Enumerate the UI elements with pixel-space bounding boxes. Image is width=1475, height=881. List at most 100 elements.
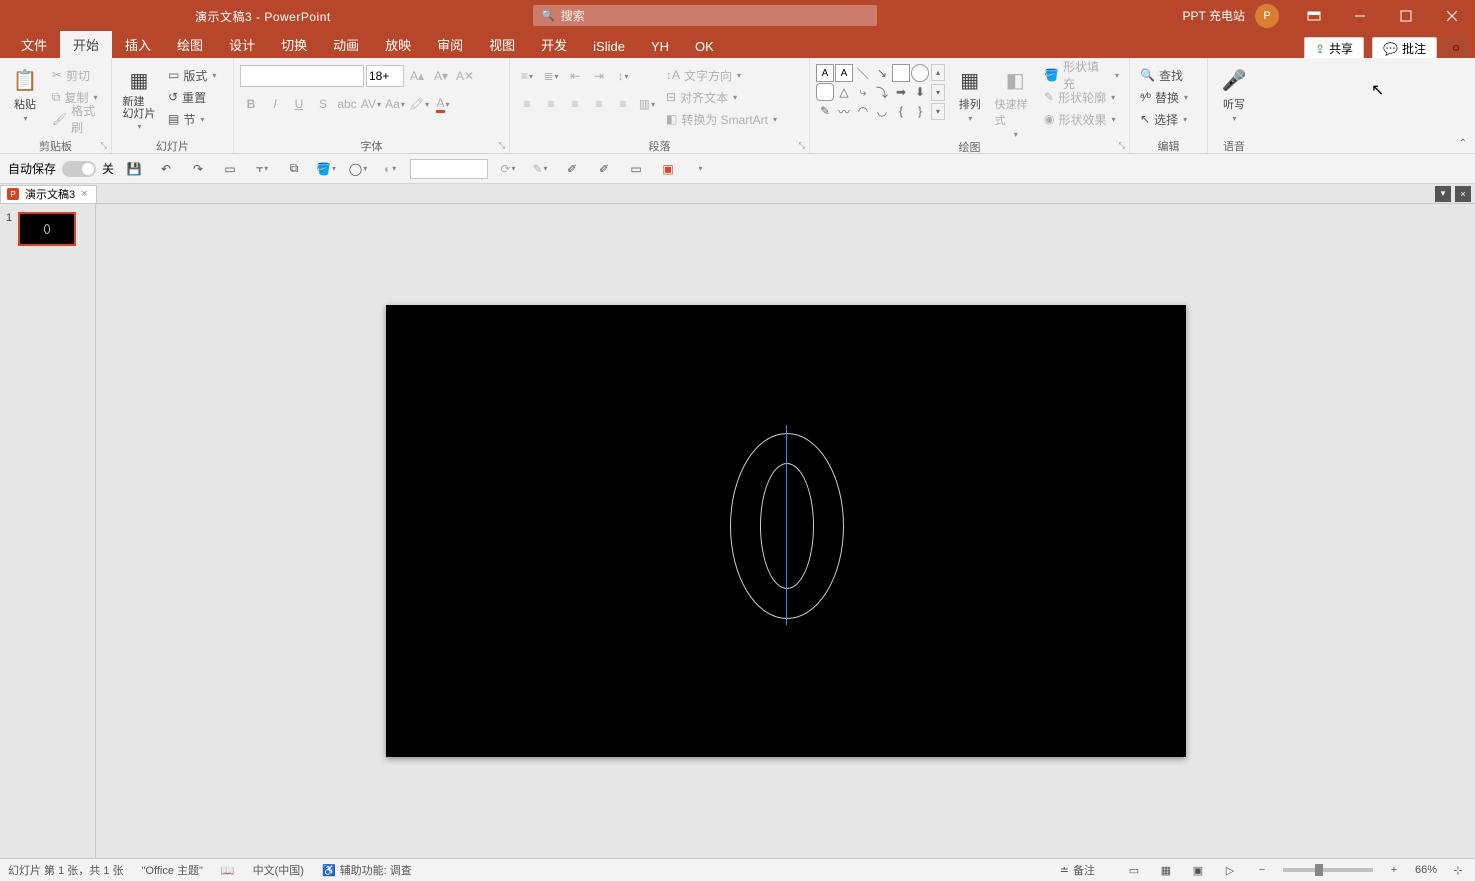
decrease-indent-button[interactable]: ⇤	[564, 65, 586, 87]
redo-button[interactable]: ↷	[186, 158, 210, 180]
align-objects-button[interactable]: ⫟▾	[250, 158, 274, 180]
autosave-toggle[interactable]	[62, 161, 96, 177]
shape-arc[interactable]: ◠	[854, 102, 872, 120]
zoom-slider-thumb[interactable]	[1315, 864, 1323, 876]
shape-arc2[interactable]: ◡	[873, 102, 891, 120]
tab-slideshow[interactable]: 放映	[372, 31, 424, 58]
reset-button[interactable]: ↺重置	[164, 86, 220, 108]
tab-insert[interactable]: 插入	[112, 31, 164, 58]
tab-yh[interactable]: YH	[638, 35, 682, 58]
shape-effects-button[interactable]: ◉形状效果▾	[1040, 108, 1123, 130]
align-text-button[interactable]: ⊟对齐文本▾	[662, 86, 781, 108]
replace-button[interactable]: ᵃ⁄ᵇ替换▾	[1136, 86, 1192, 108]
merge-shapes-qat[interactable]: ◐▾	[378, 158, 402, 180]
rotate-qat[interactable]: ⟳▾	[496, 158, 520, 180]
save-button[interactable]: 💾	[122, 158, 146, 180]
font-family-combo[interactable]	[240, 65, 364, 87]
guide-vertical-line[interactable]	[786, 425, 787, 625]
drawing-launcher[interactable]: ⤡	[1119, 141, 1125, 151]
tab-draw[interactable]: 绘图	[164, 31, 216, 58]
font-size-combo[interactable]	[366, 65, 404, 87]
office-addin-qat[interactable]: ▣	[656, 158, 680, 180]
highlight-button[interactable]: 🖍▾	[408, 93, 430, 115]
zoom-slider[interactable]	[1283, 868, 1373, 872]
justify-button[interactable]: ≡	[588, 93, 610, 115]
reading-view-button[interactable]: ▣	[1187, 860, 1209, 880]
maximize-button[interactable]	[1383, 0, 1429, 31]
shape-textbox[interactable]: A	[816, 64, 834, 82]
shape-freeform[interactable]: ✎	[816, 102, 834, 120]
shapes-gallery[interactable]: A A ＼ ↘ △ ⤷ ⤵ ➡ ⬇ ✎ 〰 ◠ ◡ {	[816, 64, 929, 120]
select-button[interactable]: ↖选择▾	[1136, 108, 1192, 130]
eyedropper2-qat[interactable]: ✐	[592, 158, 616, 180]
zoom-percent[interactable]: 66%	[1415, 864, 1437, 876]
shape-brace-left[interactable]: {	[892, 102, 910, 120]
qat-combo[interactable]	[410, 159, 488, 179]
tab-review[interactable]: 审阅	[424, 31, 476, 58]
shape-down-arrow[interactable]: ⬇	[911, 83, 929, 101]
ppt-station-label[interactable]: PPT 充电站	[1183, 7, 1245, 24]
find-button[interactable]: 🔍查找	[1136, 64, 1192, 86]
line-spacing-button[interactable]: ↕▾	[612, 65, 634, 87]
align-center-button[interactable]: ≡	[540, 93, 562, 115]
status-accessibility[interactable]: ♿辅助功能: 调查	[322, 862, 412, 878]
increase-font-button[interactable]: A▴	[406, 65, 428, 87]
tab-developer[interactable]: 开发	[528, 31, 580, 58]
font-launcher[interactable]: ⤡	[499, 141, 505, 151]
gallery-up[interactable]: ▴	[931, 64, 945, 81]
shape-fill-button[interactable]: 🪣形状填充▾	[1040, 64, 1123, 86]
slide-canvas[interactable]	[386, 305, 1186, 757]
start-from-beginning-button[interactable]: ▭	[218, 158, 242, 180]
shape-outline-qat[interactable]: ◯▾	[346, 158, 370, 180]
zoom-out-button[interactable]: −	[1251, 860, 1273, 880]
shape-connector[interactable]: ⤷	[854, 83, 872, 101]
dictate-button[interactable]: 🎤 听写 ▾	[1214, 64, 1254, 123]
slide-editor-area[interactable]	[96, 204, 1475, 858]
status-language[interactable]: 中文(中国)	[253, 862, 304, 878]
format-painter-button[interactable]: 🖌格式刷	[48, 108, 105, 130]
shape-outline-button[interactable]: ✎形状轮廓▾	[1040, 86, 1123, 108]
arrange-button[interactable]: ▦ 排列 ▾	[949, 64, 991, 123]
tab-animations[interactable]: 动画	[320, 31, 372, 58]
fit-to-window-button[interactable]: ⊹	[1447, 860, 1469, 880]
thumbnail-preview[interactable]	[18, 212, 76, 246]
tab-transitions[interactable]: 切换	[268, 31, 320, 58]
convert-smartart-button[interactable]: ◧转换为 SmartArt▾	[662, 108, 781, 130]
eyedropper-qat[interactable]: ✐	[560, 158, 584, 180]
shape-right-arrow[interactable]: ➡	[892, 83, 910, 101]
search-box[interactable]: 🔍	[533, 5, 877, 26]
italic-button[interactable]: I	[264, 93, 286, 115]
shape-rounded-rect[interactable]	[816, 83, 834, 101]
cut-button[interactable]: ✂剪切	[48, 64, 105, 86]
shape-rectangle[interactable]	[892, 64, 910, 82]
char-spacing-button[interactable]: AV▾	[360, 93, 382, 115]
tab-islide[interactable]: iSlide	[580, 35, 638, 58]
section-button[interactable]: ▤节▾	[164, 108, 220, 130]
sorter-view-button[interactable]: ▦	[1155, 860, 1177, 880]
edit-shape-qat[interactable]: ✎▾	[528, 158, 552, 180]
tab-ok[interactable]: OK	[682, 35, 727, 58]
shape-fill-qat[interactable]: 🪣▾	[314, 158, 338, 180]
collapse-ribbon-button[interactable]: ⌃	[1459, 138, 1467, 149]
layout-button[interactable]: ▭版式▾	[164, 64, 220, 86]
undo-button[interactable]: ↶	[154, 158, 178, 180]
crop-button[interactable]: ⧉	[282, 158, 306, 180]
tab-design[interactable]: 设计	[216, 31, 268, 58]
zoom-in-button[interactable]: +	[1383, 860, 1405, 880]
increase-indent-button[interactable]: ⇥	[588, 65, 610, 87]
thumbnail-panel[interactable]: 1	[0, 204, 96, 858]
share-button[interactable]: ⇪ 共享	[1304, 37, 1364, 60]
screenshot-qat[interactable]: ▭	[624, 158, 648, 180]
paragraph-launcher[interactable]: ⤡	[799, 141, 805, 151]
gallery-more[interactable]: ▾	[931, 103, 945, 120]
slideshow-view-button[interactable]: ▷	[1219, 860, 1241, 880]
feedback-button[interactable]: ☺	[1445, 38, 1467, 60]
document-tab-close[interactable]: ×	[81, 188, 87, 200]
tab-file[interactable]: 文件	[8, 31, 60, 58]
normal-view-button[interactable]: ▭	[1123, 860, 1145, 880]
bold-button[interactable]: B	[240, 93, 262, 115]
status-spellcheck[interactable]: 📖	[221, 864, 235, 877]
shape-inner-ellipse[interactable]	[760, 463, 814, 589]
text-direction-button[interactable]: ↕A文字方向▾	[662, 64, 781, 86]
align-left-button[interactable]: ≡	[516, 93, 538, 115]
